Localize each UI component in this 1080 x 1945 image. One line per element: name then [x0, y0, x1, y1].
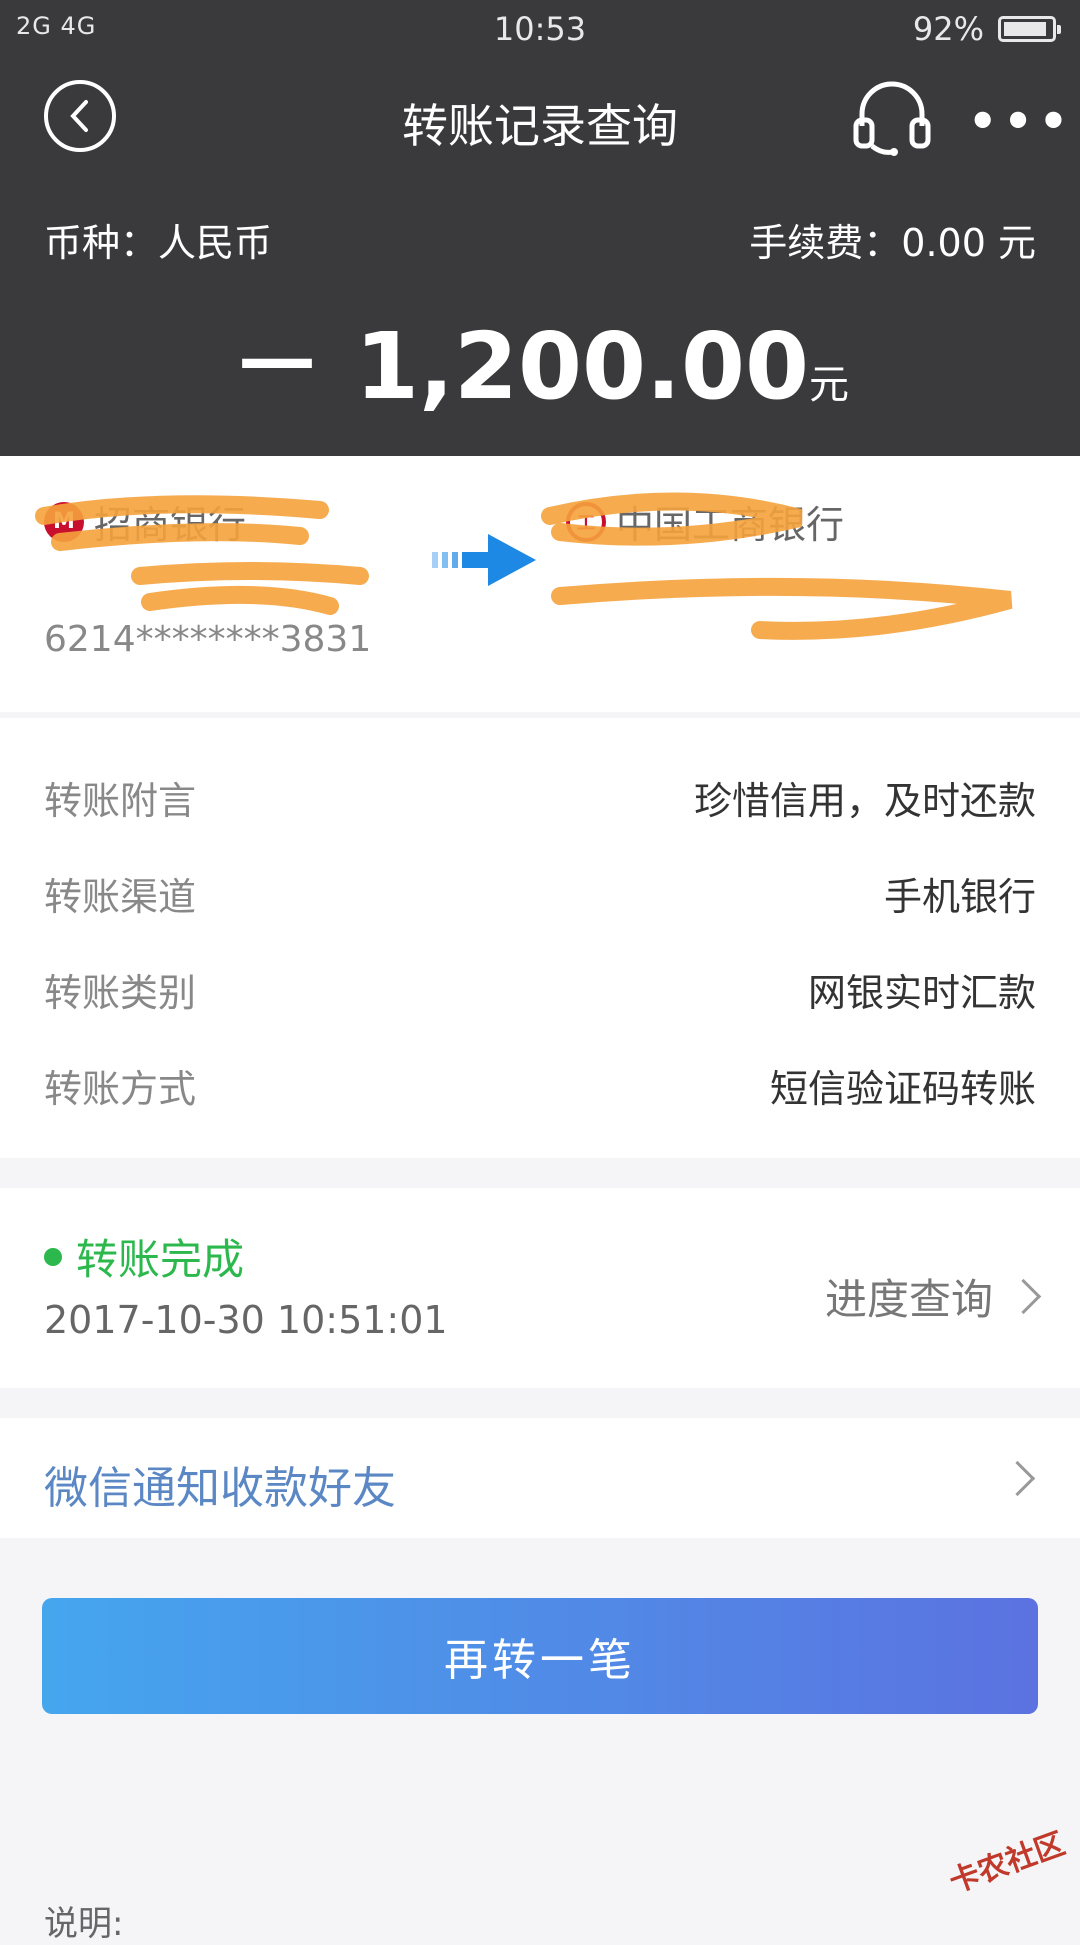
- more-icon[interactable]: •••: [968, 94, 1074, 148]
- status-bar: 2G 4G 10:53 92%: [0, 0, 1080, 60]
- detail-value: 短信验证码转账: [769, 1067, 1036, 1111]
- fee-label: 手续费：0.00 元: [749, 221, 1036, 265]
- payee-name: [566, 569, 844, 613]
- payer-bank-name: 招商银行: [94, 503, 247, 547]
- transfer-status: 转账完成 2017-10-30 10:51:01 进度查询: [0, 1188, 1080, 1388]
- watermark: 卡农社区: [944, 1826, 1070, 1901]
- status-label: 转账完成: [76, 1235, 245, 1284]
- progress-query-link[interactable]: 进度查询: [824, 1266, 1042, 1327]
- detail-value: 珍惜信用，及时还款: [693, 779, 1036, 823]
- detail-key: 转账附言: [44, 779, 197, 823]
- transfer-amount: － 1,200.00元: [0, 292, 1080, 425]
- header-panel: 2G 4G 10:53 92% 转账记录查询 ••• 币种：人民币 手续费：0.…: [0, 0, 1080, 456]
- detail-key: 转账方式: [44, 1067, 197, 1111]
- wechat-notify-label: 微信通知收款好友: [44, 1463, 396, 1514]
- customer-service-button[interactable]: [852, 80, 932, 160]
- nav-bar: 转账记录查询 •••: [0, 80, 1080, 160]
- detail-row: 转账类别 网银实时汇款: [44, 962, 1036, 1022]
- detail-value: 手机银行: [883, 875, 1036, 919]
- detail-row: 转账渠道 手机银行: [44, 866, 1036, 926]
- battery-status: 92%: [912, 10, 1061, 48]
- detail-key: 转账渠道: [44, 875, 197, 919]
- battery-icon: [998, 16, 1061, 42]
- transfer-details: 转账附言 珍惜信用，及时还款 转账渠道 手机银行 转账类别 网银实时汇款 转账方…: [0, 718, 1080, 1158]
- chevron-right-icon: [999, 1460, 1036, 1497]
- status-dot-icon: [44, 1247, 62, 1266]
- payee: 工 中国工商银行: [566, 494, 844, 619]
- payer-account: 6214********3831: [44, 619, 372, 660]
- payer: M 招商银行 6214********3831: [44, 494, 371, 660]
- transfer-again-button[interactable]: 再转一笔: [42, 1598, 1038, 1714]
- detail-value: 网银实时汇款: [807, 971, 1036, 1015]
- battery-percent: 92%: [912, 10, 984, 48]
- detail-key: 转账类别: [44, 971, 197, 1015]
- amount-value: － 1,200.00: [230, 313, 809, 420]
- payer-bank: M 招商银行: [44, 494, 371, 549]
- cmb-logo-icon: M: [44, 501, 84, 542]
- currency-label: 币种：人民币: [44, 221, 273, 265]
- footer-note: 说明:: [44, 1904, 124, 1944]
- chevron-right-icon: [1005, 1278, 1042, 1315]
- detail-row: 转账方式 短信验证码转账: [44, 1058, 1036, 1118]
- arrow-right-icon: [432, 534, 536, 586]
- icbc-logo-icon: 工: [566, 501, 606, 542]
- amount-unit: 元: [809, 362, 849, 408]
- payer-name: [44, 569, 371, 613]
- headset-icon: [853, 81, 931, 156]
- status-badge: 转账完成: [44, 1226, 244, 1287]
- payee-bank: 工 中国工商银行: [566, 494, 844, 549]
- transfer-parties: M 招商银行 6214********3831 工 中国工商银行: [0, 456, 1080, 712]
- wechat-notify-row[interactable]: 微信通知收款好友: [0, 1418, 1080, 1538]
- detail-row: 转账附言 珍惜信用，及时还款: [44, 770, 1036, 830]
- progress-query-label: 进度查询: [824, 1275, 993, 1324]
- payee-bank-name: 中国工商银行: [616, 503, 845, 547]
- status-datetime: 2017-10-30 10:51:01: [44, 1298, 448, 1342]
